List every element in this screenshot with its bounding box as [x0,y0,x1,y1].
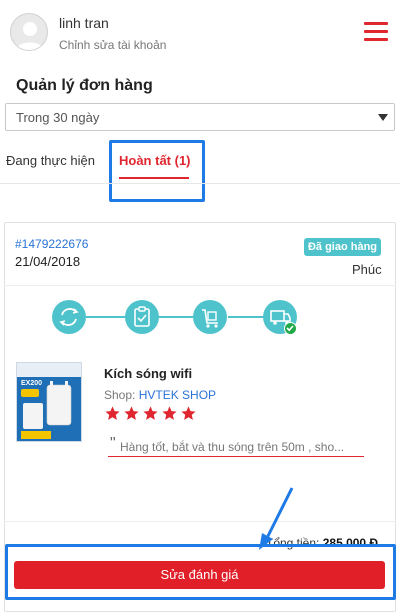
star-icon [180,405,197,422]
button-highlight-box [5,544,396,600]
star-icon [123,405,140,422]
review-text: Hàng tốt, bắt và thu sóng trên 50m , sho… [120,440,345,454]
product-name[interactable]: Kích sóng wifi [104,366,192,381]
star-rating [104,405,199,423]
caret-down-icon [378,114,388,121]
quote-icon: " [110,435,116,452]
cart-box-icon [193,300,227,334]
product-image-label: EX200 [21,380,42,387]
shop-label: Shop: HVTEK SHOP [104,388,216,402]
star-icon [142,405,159,422]
order-code-link[interactable]: #1479222676 [15,237,88,251]
receiver-name: Phúc [352,262,382,277]
shop-prefix: Shop: [104,388,139,402]
hamburger-menu-icon[interactable] [364,22,388,42]
order-date: 21/04/2018 [15,254,81,269]
check-icon [284,322,297,335]
sync-icon [52,300,86,334]
tab-processing[interactable]: Đang thực hiện [6,153,95,168]
period-select-value: Trong 30 ngày [16,110,100,125]
period-select[interactable]: Trong 30 ngày [5,103,395,131]
review-text-field[interactable]: " Hàng tốt, bắt và thu sóng trên 50m , s… [108,435,366,457]
edit-account-link[interactable]: Chỉnh sửa tài khoản [59,38,166,52]
clipboard-check-icon [125,300,159,334]
page-title: Quản lý đơn hàng [16,77,153,94]
card-divider [4,285,396,286]
user-name: linh tran [59,15,109,31]
review-underline [108,456,364,457]
tab-highlight-box [109,140,205,202]
step-connector [86,316,126,318]
card-divider [4,521,396,522]
step-connector [228,316,264,318]
star-icon [161,405,178,422]
star-icon [104,405,121,422]
status-badge: Đã giao hàng [304,238,381,256]
avatar[interactable] [10,13,48,51]
tabs-divider [0,183,400,184]
step-connector [158,316,194,318]
account-header: linh tran Chỉnh sửa tài khoản [0,0,400,68]
product-image[interactable]: EX200 [16,362,82,442]
shop-name-link[interactable]: HVTEK SHOP [139,388,216,402]
user-icon [16,22,44,50]
